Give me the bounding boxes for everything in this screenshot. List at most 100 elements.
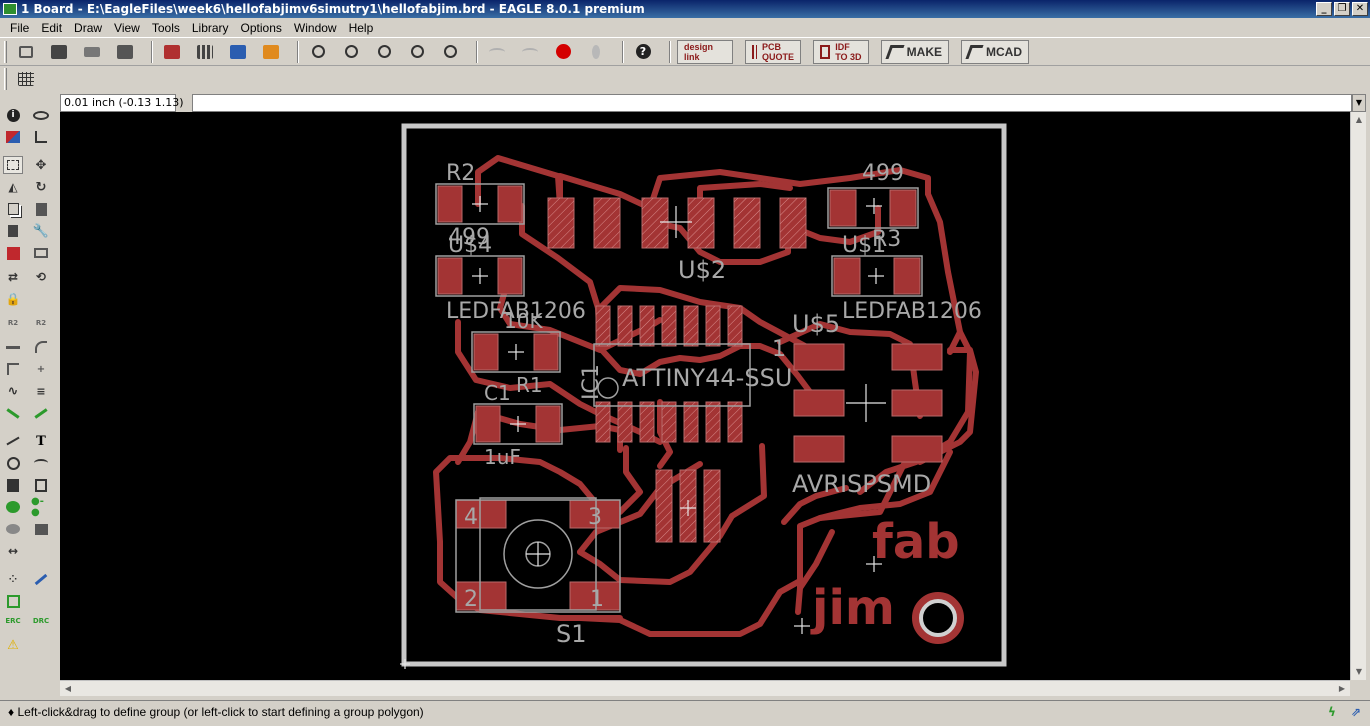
display-layers-icon[interactable]: [3, 128, 23, 146]
scroll-down-icon[interactable]: ▼: [1351, 664, 1367, 680]
mark-icon[interactable]: [31, 128, 51, 146]
meander-icon[interactable]: ∿: [3, 382, 23, 400]
save-icon[interactable]: [46, 40, 72, 64]
zoom-in-icon[interactable]: [338, 40, 364, 64]
label-pad4: 4: [464, 505, 478, 530]
properties-icon[interactable]: 🔧: [31, 222, 51, 240]
show-icon[interactable]: [31, 106, 51, 124]
ripup-icon[interactable]: ≡: [31, 382, 51, 400]
ratsnest-icon[interactable]: ⁘: [3, 570, 23, 588]
delete-icon[interactable]: [3, 222, 23, 240]
erc-icon[interactable]: ERC: [3, 612, 23, 630]
restore-button[interactable]: ❐: [1334, 2, 1350, 16]
redo-icon[interactable]: [517, 40, 543, 64]
menu-file[interactable]: File: [4, 21, 35, 35]
menu-window[interactable]: Window: [288, 21, 343, 35]
smash-icon[interactable]: R2: [3, 314, 23, 332]
dimension-icon[interactable]: ↔: [3, 542, 23, 560]
route-icon[interactable]: +: [31, 360, 51, 378]
menu-edit[interactable]: Edit: [35, 21, 68, 35]
menu-tools[interactable]: Tools: [146, 21, 186, 35]
ulp-icon[interactable]: [258, 40, 284, 64]
mcad-button[interactable]: MCAD: [961, 39, 1029, 64]
auto-icon[interactable]: [31, 570, 51, 588]
lightning-icon[interactable]: ϟ: [1322, 703, 1342, 721]
toolbar-separator: [669, 40, 671, 63]
drc-icon[interactable]: DRC: [31, 612, 51, 630]
value-icon[interactable]: R2: [31, 314, 51, 332]
rectangle-icon[interactable]: [3, 476, 23, 494]
autorouter-icon[interactable]: [31, 404, 51, 422]
coordinate-display: 0.01 inch (-0.13 1.13): [60, 94, 184, 112]
design-link-button[interactable]: design link: [677, 39, 733, 64]
board-icon[interactable]: [3, 592, 23, 610]
close-button[interactable]: ✕: [1352, 2, 1368, 16]
menu-library[interactable]: Library: [186, 21, 235, 35]
lock-icon[interactable]: 🔒: [3, 290, 23, 308]
parameter-toolbar: [0, 66, 1370, 92]
circle-icon[interactable]: [3, 454, 23, 472]
idf-3d-button[interactable]: IDF TO 3D: [813, 39, 869, 64]
horizontal-scrollbar[interactable]: ◀ ▶: [60, 680, 1350, 696]
go-status-icon[interactable]: ⇗: [1346, 703, 1366, 721]
board-drawing[interactable]: R2 499 U$4 LEDFAB1206 10K R1 C1 1uF U$2 …: [60, 112, 1350, 680]
mirror-icon[interactable]: ◭: [3, 178, 23, 196]
schematic-icon[interactable]: [159, 40, 185, 64]
replace-icon[interactable]: [31, 244, 51, 262]
attribute-icon[interactable]: [31, 520, 51, 538]
scroll-right-icon[interactable]: ▶: [1334, 681, 1350, 697]
stop-icon[interactable]: [550, 40, 576, 64]
copy-icon[interactable]: [3, 200, 23, 218]
vertical-scrollbar[interactable]: ▲ ▼: [1350, 112, 1366, 680]
go-icon[interactable]: [583, 40, 609, 64]
zoom-out-icon[interactable]: [371, 40, 397, 64]
undo-icon[interactable]: [484, 40, 510, 64]
cam-icon[interactable]: [112, 40, 138, 64]
label-pad3: 3: [588, 505, 602, 530]
command-history-dropdown[interactable]: ▼: [1352, 94, 1366, 112]
signal-icon[interactable]: ●-●: [31, 496, 51, 518]
paste-icon[interactable]: [31, 200, 51, 218]
label-r3-value: 499: [862, 161, 904, 186]
menu-help[interactable]: Help: [343, 21, 380, 35]
group-icon[interactable]: [3, 156, 23, 174]
menu-draw[interactable]: Draw: [68, 21, 108, 35]
wire-icon[interactable]: [3, 432, 23, 450]
info-icon[interactable]: i: [3, 106, 23, 124]
menu-view[interactable]: View: [108, 21, 146, 35]
optimize-icon[interactable]: [3, 360, 23, 378]
menu-options[interactable]: Options: [235, 21, 288, 35]
script-icon[interactable]: [225, 40, 251, 64]
status-message: ♦ Left-click&drag to define group (or le…: [8, 704, 424, 719]
move-icon[interactable]: ✥: [31, 156, 51, 174]
zoom-fit-icon[interactable]: [305, 40, 331, 64]
library-icon[interactable]: [192, 40, 218, 64]
minimize-button[interactable]: _: [1316, 2, 1332, 16]
miter-icon[interactable]: [31, 338, 51, 356]
lock-rotate-icon[interactable]: ⟲: [31, 268, 51, 286]
via-icon[interactable]: [3, 498, 23, 516]
warning-icon[interactable]: ⚠: [3, 636, 23, 654]
main-toolbar: ? design link PCB QUOTE IDF TO 3D MAKE M…: [0, 38, 1370, 66]
zoom-redraw-icon[interactable]: [437, 40, 463, 64]
text-icon[interactable]: T: [31, 432, 51, 450]
split-icon[interactable]: [3, 338, 23, 356]
open-icon[interactable]: [13, 40, 39, 64]
board-canvas[interactable]: R2 499 U$4 LEDFAB1206 10K R1 C1 1uF U$2 …: [60, 112, 1350, 680]
swap-icon[interactable]: ⇄: [3, 268, 23, 286]
route-manual-icon[interactable]: [3, 404, 23, 422]
scroll-left-icon[interactable]: ◀: [60, 681, 76, 697]
print-icon[interactable]: [79, 40, 105, 64]
make-button[interactable]: MAKE: [881, 39, 949, 64]
scroll-up-icon[interactable]: ▲: [1351, 112, 1367, 128]
add-icon[interactable]: [3, 244, 23, 262]
arc-icon[interactable]: [31, 454, 51, 472]
zoom-select-icon[interactable]: [404, 40, 430, 64]
hole-icon[interactable]: [3, 520, 23, 538]
rotate-icon[interactable]: ↻: [31, 178, 51, 196]
command-input[interactable]: [192, 94, 1352, 112]
pcb-quote-button[interactable]: PCB QUOTE: [745, 39, 801, 64]
polygon-icon[interactable]: [31, 476, 51, 494]
help-icon[interactable]: ?: [630, 40, 656, 64]
grid-icon[interactable]: [13, 67, 39, 91]
